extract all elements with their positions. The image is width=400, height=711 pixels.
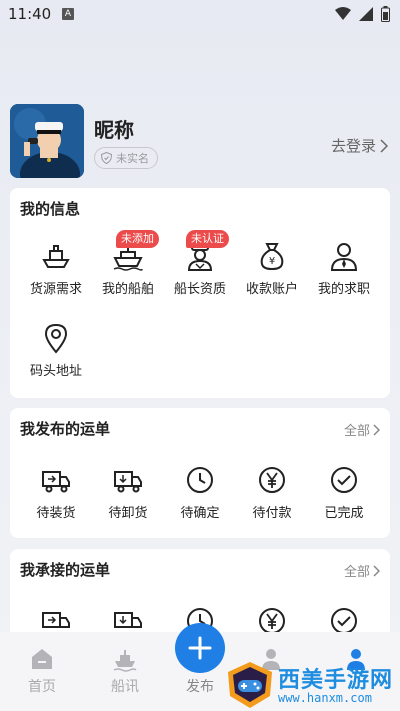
pending-confirm-label: 待确定 bbox=[180, 506, 220, 521]
chevron-right-icon bbox=[380, 138, 388, 153]
not-verified-tag: 未认证 bbox=[186, 230, 229, 248]
accepted-view-all-link[interactable]: 全部 bbox=[344, 561, 380, 580]
person-tie-icon bbox=[330, 243, 358, 271]
published-waybills-card: 我发布的运单 全部 待装货 待卸货 待确定 待付款 已完成 bbox=[10, 408, 390, 538]
published-view-all-label: 全部 bbox=[343, 424, 370, 439]
chevron-right-icon bbox=[373, 423, 380, 436]
plus-icon bbox=[188, 636, 212, 660]
svg-text:¥: ¥ bbox=[269, 256, 275, 267]
home-icon bbox=[32, 649, 52, 669]
nav-home[interactable]: 首页 bbox=[12, 646, 72, 696]
captain-avatar-icon bbox=[10, 104, 84, 178]
published-view-all-link[interactable]: 全部 bbox=[344, 420, 380, 439]
check-circle-icon bbox=[331, 467, 357, 493]
captain-qualification-label: 船长资质 bbox=[173, 282, 226, 297]
truck-loading-icon bbox=[42, 471, 70, 493]
pending-loading-label: 待装货 bbox=[36, 506, 76, 521]
avatar[interactable] bbox=[10, 104, 84, 178]
my-job-search-label: 我的求职 bbox=[317, 282, 370, 297]
nav-ship-news-label: 船讯 bbox=[111, 679, 139, 695]
pending-confirm-item[interactable]: 待确定 bbox=[164, 464, 236, 521]
battery-icon bbox=[381, 6, 390, 22]
publish-button[interactable] bbox=[175, 623, 225, 673]
pending-payment-label: 待付款 bbox=[252, 506, 292, 521]
status-bar: 11:40 A bbox=[0, 0, 400, 28]
site-watermark: 西美手游网 www.hanxm.com bbox=[222, 660, 400, 711]
chevron-right-icon bbox=[373, 564, 380, 577]
truck-unloading-icon bbox=[114, 471, 142, 493]
accepted-waybills-title: 我承接的运单 bbox=[20, 561, 111, 579]
nav-ship-news[interactable]: 船讯 bbox=[95, 646, 155, 696]
verify-status-label: 未实名 bbox=[116, 152, 149, 165]
cargo-demand-label: 货源需求 bbox=[29, 282, 82, 297]
accepted-view-all-label: 全部 bbox=[343, 565, 370, 580]
notification-a-icon: A bbox=[62, 8, 74, 20]
pending-unloading-item[interactable]: 待卸货 bbox=[92, 464, 164, 521]
signal-icon bbox=[359, 7, 373, 21]
completed-item[interactable]: 已完成 bbox=[308, 464, 380, 521]
wifi-icon bbox=[335, 7, 351, 20]
verify-status-badge[interactable]: 未实名 bbox=[94, 147, 158, 169]
location-pin-icon bbox=[44, 323, 68, 354]
status-time: 11:40 bbox=[8, 5, 52, 23]
captain-qualification-item[interactable]: 未认证 船长资质 bbox=[164, 230, 236, 297]
login-link-label: 去登录 bbox=[330, 137, 376, 155]
nickname: 昵称 bbox=[94, 118, 134, 142]
gamepad-logo-icon bbox=[228, 662, 272, 708]
profile-header: 昵称 未实名 去登录 bbox=[0, 100, 400, 180]
payment-account-label: 收款账户 bbox=[245, 282, 298, 297]
pending-loading-item[interactable]: 待装货 bbox=[20, 464, 92, 521]
cargo-ship-icon bbox=[42, 245, 70, 268]
yen-circle-icon bbox=[259, 467, 285, 493]
my-info-card: 我的信息 货源需求 未添加 我的船舶 未认证 船长资质 ¥ 收款账户 我的求职 … bbox=[10, 188, 390, 398]
cargo-demand-item[interactable]: 货源需求 bbox=[20, 240, 92, 297]
published-waybills-title: 我发布的运单 bbox=[20, 420, 111, 438]
dock-address-label: 码头地址 bbox=[29, 364, 82, 379]
dock-address-item[interactable]: 码头地址 bbox=[20, 322, 92, 379]
status-icons bbox=[335, 6, 390, 22]
shield-icon bbox=[101, 152, 112, 164]
payment-account-item[interactable]: ¥ 收款账户 bbox=[236, 240, 308, 297]
not-added-tag: 未添加 bbox=[116, 230, 159, 248]
publish-label: 发布 bbox=[186, 679, 214, 695]
clock-icon bbox=[187, 467, 213, 493]
money-bag-icon: ¥ bbox=[260, 243, 284, 271]
my-info-title: 我的信息 bbox=[20, 200, 81, 218]
my-job-search-item[interactable]: 我的求职 bbox=[308, 240, 380, 297]
login-link[interactable]: 去登录 bbox=[331, 135, 388, 156]
pending-unloading-label: 待卸货 bbox=[108, 506, 148, 521]
nav-home-label: 首页 bbox=[28, 679, 56, 695]
completed-label: 已完成 bbox=[324, 506, 364, 521]
watermark-url: www.hanxm.com bbox=[278, 691, 372, 705]
my-ships-label: 我的船舶 bbox=[101, 282, 154, 297]
ship-news-icon bbox=[113, 650, 137, 672]
pending-payment-item[interactable]: 待付款 bbox=[236, 464, 308, 521]
watermark-title: 西美手游网 bbox=[278, 668, 394, 693]
my-ships-item[interactable]: 未添加 我的船舶 bbox=[92, 230, 164, 297]
